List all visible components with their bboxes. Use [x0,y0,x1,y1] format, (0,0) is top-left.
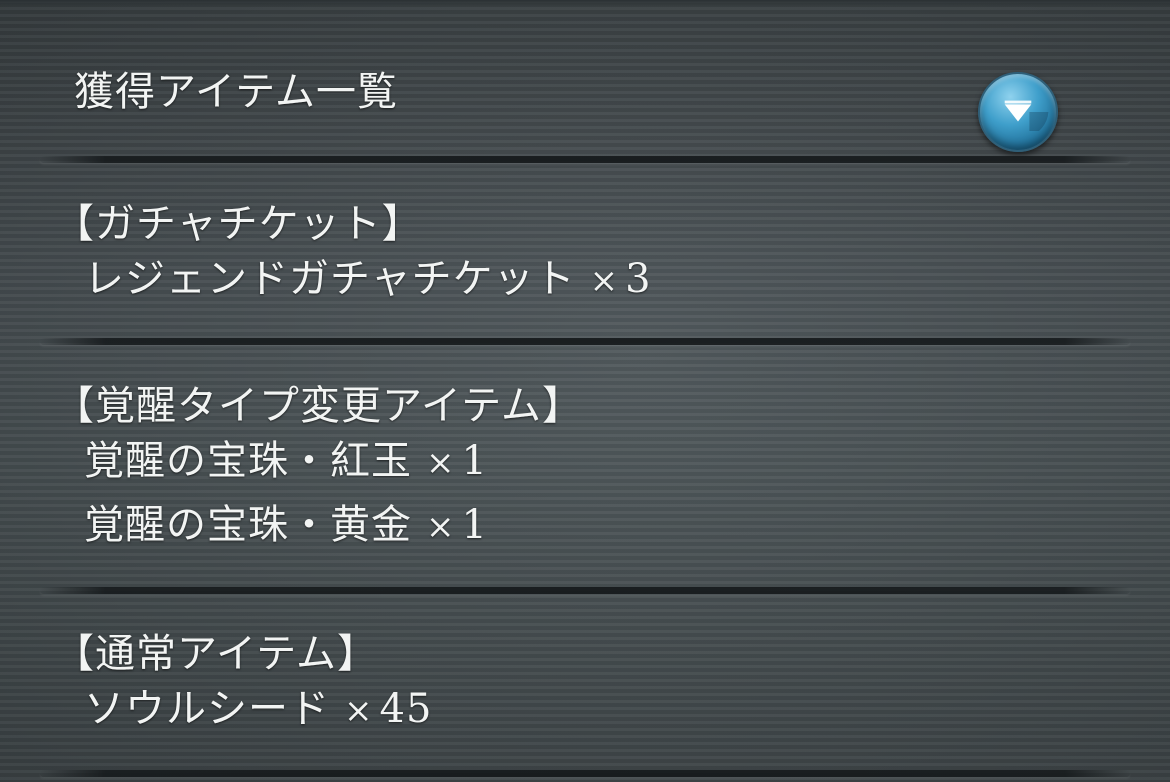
item-name: 覚醒の宝珠・黄金 [84,502,412,548]
item-quantity: 45 [379,686,433,732]
list-item: 覚醒の宝珠・黄金 × 1 [84,497,488,555]
item-quantity: 1 [461,502,488,548]
divider [40,156,1130,163]
divider [40,338,1130,345]
section-header-normal-items: 【通常アイテム】 [54,631,378,677]
list-item: レジェンドガチャチケット × 3 [84,251,652,309]
item-name: レジェンドガチャチケット [84,256,576,302]
multiplier-sign: × [426,443,456,483]
list-item: 覚醒の宝珠・紅玉 × 1 [84,433,488,491]
list-item: ソウルシード × 45 [84,681,432,739]
page-title: 獲得アイテム一覧 [74,69,398,115]
section-header-awakening-items: 【覚醒タイプ変更アイテム】 [54,383,583,429]
multiplier-sign: × [344,691,374,731]
multiplier-sign: × [426,507,456,547]
item-name: ソウルシード [84,686,330,732]
item-quantity: 3 [625,256,652,302]
item-name: 覚醒の宝珠・紅玉 [84,438,412,484]
divider [40,587,1130,594]
dropdown-toggle-button[interactable] [978,72,1058,152]
chevron-down-icon [1004,100,1049,131]
multiplier-sign: × [589,261,620,301]
top-edge [0,0,1170,6]
divider [40,770,1130,777]
section-header-gacha-tickets: 【ガチャチケット】 [54,201,423,247]
item-quantity: 1 [461,438,488,484]
